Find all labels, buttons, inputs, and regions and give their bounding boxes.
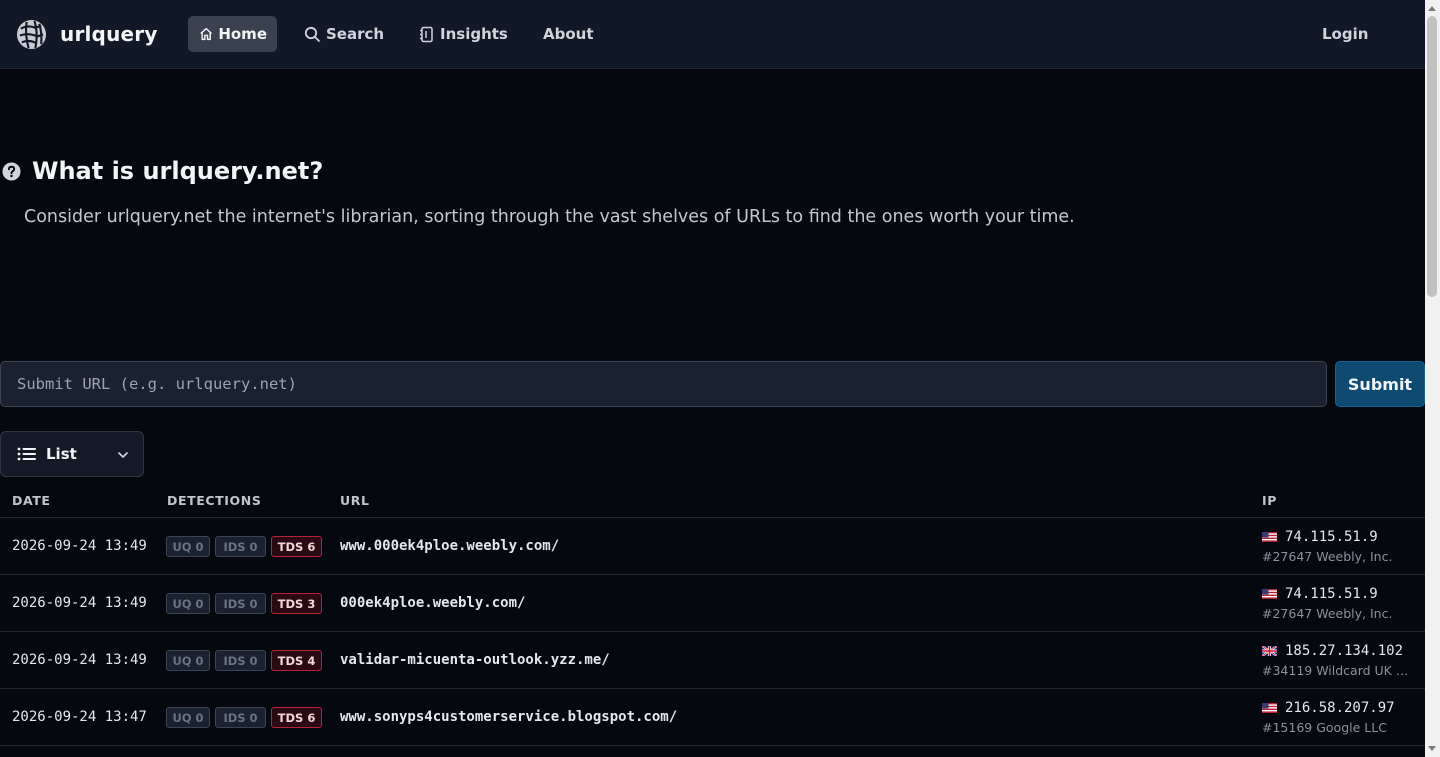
view-mode-label: List xyxy=(46,445,77,463)
ip-address[interactable]: 185.27.134.102 xyxy=(1285,643,1403,659)
asn-label: #15169 Google LLC xyxy=(1262,720,1387,735)
row-date: 2026-09-24 13:49 xyxy=(12,652,147,668)
page: urlquery Home Search Insights About Logi… xyxy=(0,0,1425,757)
row-url-link[interactable]: www.000ek4ploe.weebly.com/ xyxy=(340,538,559,554)
ids-badge: IDS 0 xyxy=(215,707,266,728)
row-ip: 74.115.51.9 #27647 Weebly, Inc. xyxy=(1262,527,1417,564)
chevron-down-icon xyxy=(118,452,128,458)
row-url-link[interactable]: www.sonyps4customerservice.blogspot.com/ xyxy=(340,709,677,725)
row-detections: UQ 0 IDS 0 TDS 4 xyxy=(166,650,327,671)
row-ip: 185.27.134.102 #34119 Wildcard UK Li... xyxy=(1262,641,1417,678)
search-icon xyxy=(304,26,321,42)
home-icon xyxy=(200,27,213,41)
ip-address[interactable]: 74.115.51.9 xyxy=(1285,529,1378,545)
results-table: DATE DETECTIONS URL IP 2026-09-24 13:49 … xyxy=(0,484,1425,746)
top-navbar: urlquery Home Search Insights About Logi… xyxy=(0,0,1425,69)
nav-insights-label: Insights xyxy=(440,25,508,43)
table-row[interactable]: 2026-09-24 13:49 UQ 0 IDS 0 TDS 6 www.00… xyxy=(0,518,1425,575)
submit-button-label: Submit xyxy=(1347,374,1413,394)
nav-search[interactable]: Search xyxy=(294,16,394,52)
login-label: Login xyxy=(1322,25,1369,43)
row-detections: UQ 0 IDS 0 TDS 6 xyxy=(166,707,327,728)
list-icon xyxy=(17,447,36,461)
uk-flag-icon xyxy=(1262,646,1277,656)
table-row[interactable]: 2026-09-24 13:49 UQ 0 IDS 0 TDS 3 000ek4… xyxy=(0,575,1425,632)
globe-logo-icon xyxy=(16,19,47,49)
scroll-up-arrow-icon[interactable] xyxy=(1428,6,1436,11)
view-mode-select[interactable]: List xyxy=(0,431,144,477)
uq-badge: UQ 0 xyxy=(166,536,210,557)
row-ip: 216.58.207.97 #15169 Google LLC xyxy=(1262,698,1417,735)
scrollbar-thumb[interactable] xyxy=(1427,16,1437,297)
tds-badge: TDS 6 xyxy=(271,536,322,557)
us-flag-icon xyxy=(1262,589,1277,599)
ip-address[interactable]: 74.115.51.9 xyxy=(1285,586,1378,602)
uq-badge: UQ 0 xyxy=(166,593,210,614)
row-date: 2026-09-24 13:49 xyxy=(12,538,147,554)
question-circle-icon xyxy=(2,161,21,181)
hero-title: What is urlquery.net? xyxy=(2,157,323,185)
row-url-link[interactable]: validar-micuenta-outlook.yzz.me/ xyxy=(340,652,610,668)
column-header-detections: DETECTIONS xyxy=(167,493,262,508)
column-header-ip: IP xyxy=(1262,493,1278,508)
ids-badge: IDS 0 xyxy=(215,593,266,614)
uq-badge: UQ 0 xyxy=(166,650,210,671)
tds-badge: TDS 6 xyxy=(271,707,322,728)
row-detections: UQ 0 IDS 0 TDS 6 xyxy=(166,536,327,557)
submit-button[interactable]: Submit xyxy=(1335,361,1425,407)
asn-label: #27647 Weebly, Inc. xyxy=(1262,606,1393,621)
asn-label: #27647 Weebly, Inc. xyxy=(1262,549,1393,564)
row-url-link[interactable]: 000ek4ploe.weebly.com/ xyxy=(340,595,525,611)
asn-label: #34119 Wildcard UK Li... xyxy=(1262,663,1414,678)
nav-home-label: Home xyxy=(218,25,267,43)
brand-name: urlquery xyxy=(60,22,158,46)
nav-about-label: About xyxy=(543,25,594,43)
insights-icon xyxy=(420,26,433,42)
login-link[interactable]: Login xyxy=(1312,16,1378,52)
table-row[interactable]: 2026-09-24 13:47 UQ 0 IDS 0 TDS 6 www.so… xyxy=(0,689,1425,746)
hero-description: Consider urlquery.net the internet's lib… xyxy=(24,207,1075,227)
nav-about[interactable]: About xyxy=(533,16,604,52)
nav-home[interactable]: Home xyxy=(188,16,277,52)
tds-badge: TDS 3 xyxy=(271,593,322,614)
brand-link[interactable]: urlquery xyxy=(16,17,158,51)
submit-url-input[interactable] xyxy=(0,361,1327,407)
ip-address[interactable]: 216.58.207.97 xyxy=(1285,700,1395,716)
us-flag-icon xyxy=(1262,703,1277,713)
column-header-date: DATE xyxy=(12,493,51,508)
uq-badge: UQ 0 xyxy=(166,707,210,728)
table-row[interactable]: 2026-09-24 13:49 UQ 0 IDS 0 TDS 4 valida… xyxy=(0,632,1425,689)
page-scrollbar[interactable] xyxy=(1425,0,1440,757)
nav-search-label: Search xyxy=(326,25,385,43)
row-date: 2026-09-24 13:47 xyxy=(12,709,147,725)
scroll-down-arrow-icon[interactable] xyxy=(1428,746,1436,751)
row-ip: 74.115.51.9 #27647 Weebly, Inc. xyxy=(1262,584,1417,621)
row-detections: UQ 0 IDS 0 TDS 3 xyxy=(166,593,327,614)
table-header: DATE DETECTIONS URL IP xyxy=(0,484,1425,518)
column-header-url: URL xyxy=(340,493,370,508)
ids-badge: IDS 0 xyxy=(215,536,266,557)
hero-title-text: What is urlquery.net? xyxy=(32,157,324,185)
nav-insights[interactable]: Insights xyxy=(409,16,518,52)
row-date: 2026-09-24 13:49 xyxy=(12,595,147,611)
tds-badge: TDS 4 xyxy=(271,650,322,671)
us-flag-icon xyxy=(1262,532,1277,542)
ids-badge: IDS 0 xyxy=(215,650,266,671)
